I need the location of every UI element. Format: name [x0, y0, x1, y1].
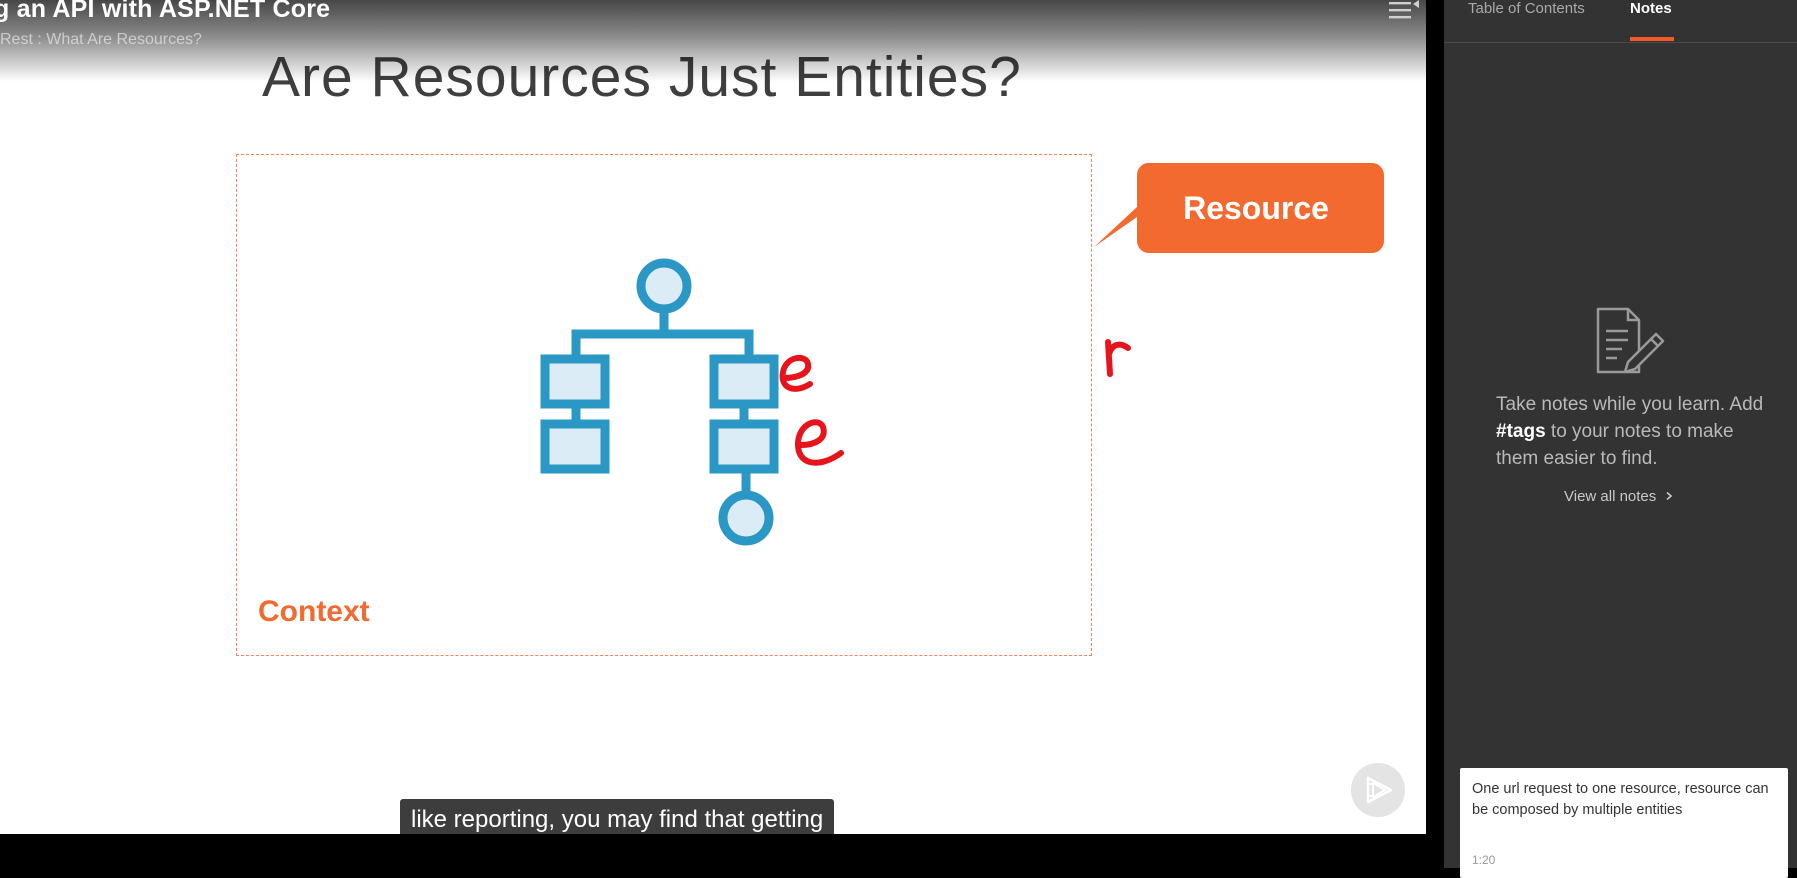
handwritten-e-2	[795, 419, 844, 466]
note-edit-icon	[1596, 307, 1665, 374]
notes-empty-line1: Take notes while you learn.	[1496, 394, 1726, 415]
resource-callout-label: Resource	[1183, 189, 1329, 226]
view-all-notes-label: View all notes	[1564, 488, 1657, 505]
notes-panel: Table of Contents Notes Take notes while…	[1444, 0, 1797, 878]
tab-notes[interactable]: Notes	[1630, 0, 1672, 40]
tags-keyword: #tags	[1496, 421, 1546, 442]
module-title: Rest : What Are Resources?	[0, 31, 202, 48]
note-text: One url request to one resource, resourc…	[1472, 781, 1769, 818]
subtitle-caption: like reporting, you may find that gettin…	[400, 799, 835, 834]
tab-table-of-contents[interactable]: Table of Contents	[1468, 0, 1585, 40]
side-panel: Table of Contents Notes Take notes while…	[1426, 0, 1797, 878]
notes-empty-add: Add	[1729, 394, 1764, 415]
view-all-notes-link[interactable]: View all notes	[1564, 488, 1674, 505]
note-timestamp[interactable]: 1:20	[1472, 853, 1495, 867]
handwritten-e-1	[779, 354, 813, 392]
play-logo-icon[interactable]	[1351, 763, 1405, 817]
hierarchy-diagram-icon	[540, 258, 779, 546]
player-top-bar: g an API with ASP.NET Core Rest : What A…	[0, 0, 1426, 82]
notes-empty-message: Take notes while you learn. Add #tags to…	[1496, 391, 1766, 472]
active-tab-indicator	[1630, 37, 1674, 41]
handwritten-r	[1105, 339, 1131, 377]
video-player[interactable]: g an API with ASP.NET Core Rest : What A…	[0, 0, 1426, 834]
course-title: g an API with ASP.NET Core	[0, 0, 331, 23]
chevron-right-icon	[1666, 491, 1673, 501]
playlist-icon[interactable]	[1387, 0, 1421, 24]
panel-tabs: Table of Contents Notes	[1444, 0, 1797, 43]
context-label: Context	[258, 595, 370, 628]
note-card[interactable]: One url request to one resource, resourc…	[1460, 768, 1788, 878]
